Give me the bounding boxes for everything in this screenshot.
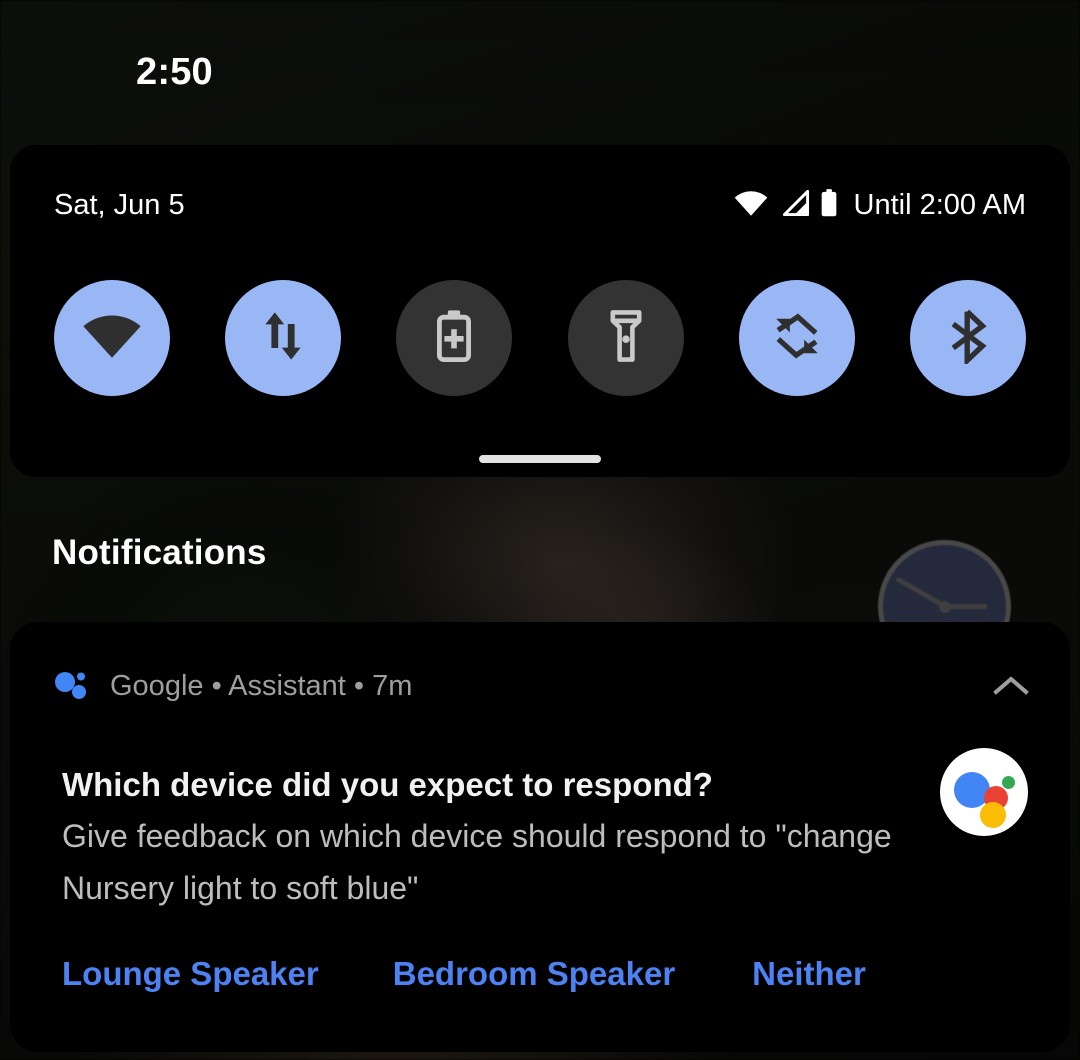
wifi-tile[interactable] xyxy=(54,280,170,396)
quick-settings-header: Sat, Jun 5 Until 2:00 AM xyxy=(10,185,1070,225)
mobile-data-tile[interactable] xyxy=(225,280,342,396)
clock-center-dot xyxy=(938,600,951,613)
assistant-dots-icon xyxy=(54,670,94,702)
notification-card[interactable]: Google • Assistant • 7m Which device did… xyxy=(10,622,1070,1052)
quick-settings-date: Sat, Jun 5 xyxy=(54,188,185,221)
google-assistant-avatar xyxy=(940,748,1028,836)
wifi-icon xyxy=(81,313,143,364)
battery-icon xyxy=(820,188,838,222)
notification-header[interactable]: Google • Assistant • 7m xyxy=(54,666,1034,706)
status-icons-group: Until 2:00 AM xyxy=(734,189,1026,222)
dnd-until-text: Until 2:00 AM xyxy=(853,188,1026,221)
quick-settings-drag-handle[interactable] xyxy=(479,455,601,463)
action-lounge-speaker[interactable]: Lounge Speaker xyxy=(62,954,319,994)
battery-saver-tile[interactable] xyxy=(396,280,513,396)
status-bar-clock: 2:50 xyxy=(136,51,213,93)
data-arrows-icon xyxy=(255,308,311,369)
flashlight-icon xyxy=(606,308,646,369)
notifications-section-title: Notifications xyxy=(52,533,267,572)
avatar-green-dot xyxy=(1002,776,1015,789)
action-neither[interactable]: Neither xyxy=(752,954,866,994)
bluetooth-icon xyxy=(943,308,993,369)
auto-rotate-tile[interactable] xyxy=(738,280,855,396)
clock-hour-hand xyxy=(944,604,987,609)
notification-title: Which device did you expect to respond? xyxy=(62,766,713,803)
clock-minute-hand xyxy=(894,576,946,609)
action-bedroom-speaker[interactable]: Bedroom Speaker xyxy=(393,954,675,994)
cell-signal-icon xyxy=(779,189,809,221)
avatar-yellow-dot xyxy=(980,802,1006,828)
flashlight-tile[interactable] xyxy=(567,280,684,396)
wifi-icon xyxy=(734,190,768,221)
quick-settings-panel[interactable]: Sat, Jun 5 Until 2:00 AM xyxy=(10,145,1070,477)
notification-source-line: Google • Assistant • 7m xyxy=(110,669,413,702)
notification-body-text: Give feedback on which device should res… xyxy=(62,818,892,906)
chevron-up-icon[interactable] xyxy=(988,666,1034,706)
bluetooth-tile[interactable] xyxy=(909,280,1026,396)
notification-actions: Lounge Speaker Bedroom Speaker Neither xyxy=(62,954,866,994)
battery-plus-icon xyxy=(433,308,475,369)
quick-settings-tiles xyxy=(54,280,1026,396)
rotate-icon xyxy=(769,308,825,369)
